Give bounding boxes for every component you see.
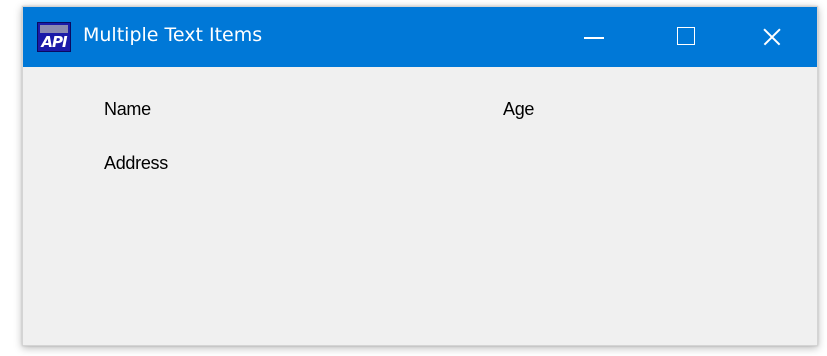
maximize-button[interactable] [649,7,721,67]
name-label: Name [104,99,151,119]
maximize-icon [677,27,695,45]
desktop-background: API Multiple Text Items Name Age Address [0,0,827,356]
app-window: API Multiple Text Items Name Age Address [22,6,818,346]
window-title: Multiple Text Items [83,24,263,46]
age-label: Age [503,99,535,119]
app-icon-text: API [41,33,67,51]
api-app-icon[interactable]: API [37,22,71,52]
app-icon-band [40,25,68,33]
title-bar[interactable]: API Multiple Text Items [23,7,817,67]
minimize-icon [584,37,604,39]
address-label: Address [104,153,168,173]
minimize-button[interactable] [558,7,630,67]
close-icon [761,26,783,48]
close-button[interactable] [735,7,807,67]
